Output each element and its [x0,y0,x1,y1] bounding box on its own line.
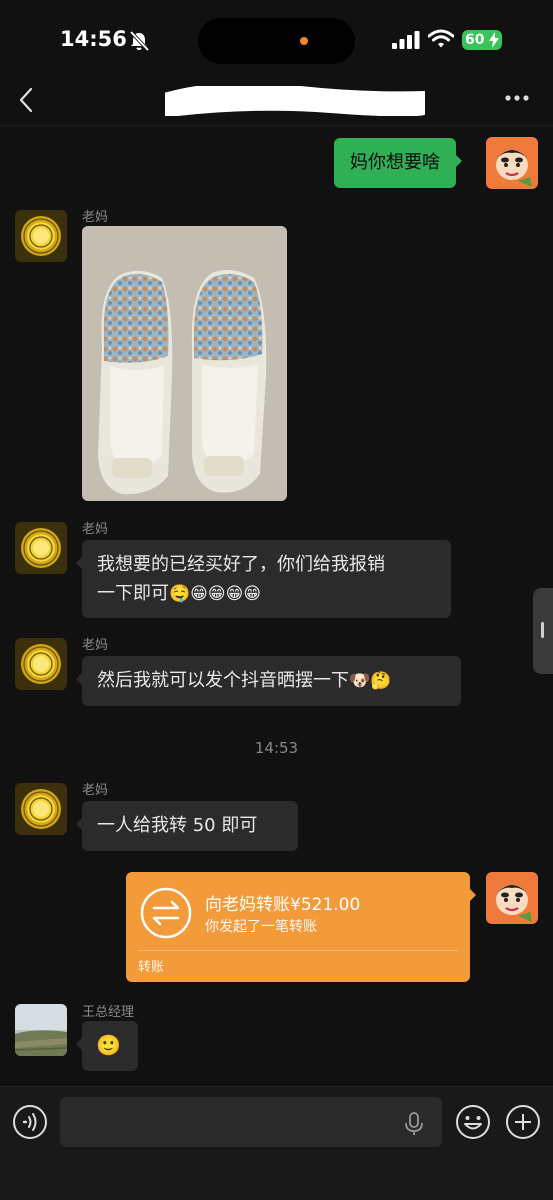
mom-avatar[interactable] [15,783,67,835]
transfer-card[interactable]: 向老妈转账¥521.00 你发起了一笔转账 转账 [126,872,476,982]
sender-name: 老妈 [82,522,109,537]
battery-indicator: 60 [462,30,502,50]
sun-flower-avatar-icon [15,522,67,574]
privacy-indicator-dot [300,37,308,45]
status-bar: 14:56 60 [0,0,553,80]
transfer-subtitle: 你发起了一笔转账 [205,919,317,935]
shoe-photo-image [82,226,287,501]
emoji-group: 🙂 [96,1033,121,1057]
mom-avatar[interactable] [15,638,67,690]
wifi-icon [428,29,454,48]
message-text: 然后我就可以发个抖音晒摆一下 [97,670,349,691]
landscape-avatar-icon [15,1004,67,1056]
redaction-scribble [165,86,425,116]
message-bubble-outgoing[interactable]: 妈你想要啥 [334,138,462,188]
input-bar [0,1086,553,1200]
sender-name: 老妈 [82,638,109,653]
message-bubble-incoming[interactable]: 然后我就可以发个抖音晒摆一下🐶🤔 [76,656,461,706]
chat-title[interactable] [165,86,425,116]
status-time: 14:56 [60,27,127,51]
scroll-handle-grip [541,622,544,638]
sender-name: 老妈 [82,783,109,798]
message-text-line: 一下即可 [97,583,169,604]
sun-flower-avatar-icon [15,638,67,690]
message-input[interactable] [60,1097,442,1147]
message-text: 一人给我转 50 即可 [97,815,258,836]
signal-icon [392,31,420,49]
back-icon[interactable] [16,86,38,114]
shoe-photo[interactable] [82,226,287,501]
message-text-line: 我想要的已经买好了，你们给我报销 [97,554,385,575]
mom-avatar[interactable] [15,210,67,262]
my-avatar[interactable] [486,872,538,924]
emoji-group: 🤤😁😁😁😁 [169,584,262,604]
chat-header [0,80,553,126]
message-bubble-incoming[interactable]: 我想要的已经买好了，你们给我报销 一下即可🤤😁😁😁😁 [76,540,451,618]
sender-name: 王总经理 [82,1005,135,1020]
time-divider: 14:53 [254,739,299,757]
manager-avatar[interactable] [15,1004,67,1056]
message-bubble-incoming[interactable]: 🙂 [76,1021,138,1071]
plus-icon[interactable] [505,1104,541,1140]
transfer-divider [138,950,458,951]
battery-level: 60 [465,32,485,48]
transfer-label: 转账 [138,960,165,975]
scroll-handle[interactable] [533,588,553,674]
transfer-arrows-icon [140,887,192,939]
voice-icon[interactable] [12,1104,48,1140]
transfer-title: 向老妈转账¥521.00 [205,895,361,915]
cartoon-avatar-icon [486,137,538,189]
more-icon[interactable] [504,94,530,102]
mic-icon[interactable] [404,1112,424,1136]
sender-name: 老妈 [82,210,109,225]
mom-avatar[interactable] [15,522,67,574]
dynamic-island [198,18,355,64]
emoji-icon[interactable] [455,1104,491,1140]
my-avatar[interactable] [486,137,538,189]
message-bubble-incoming[interactable]: 一人给我转 50 即可 [76,801,298,851]
message-text: 妈你想要啥 [350,152,440,173]
sun-flower-avatar-icon [15,210,67,262]
emoji-group: 🐶🤔 [349,671,392,691]
battery-charging-icon [489,32,499,48]
cartoon-avatar-icon [486,872,538,924]
bell-slash-icon [129,30,150,52]
sun-flower-avatar-icon [15,783,67,835]
